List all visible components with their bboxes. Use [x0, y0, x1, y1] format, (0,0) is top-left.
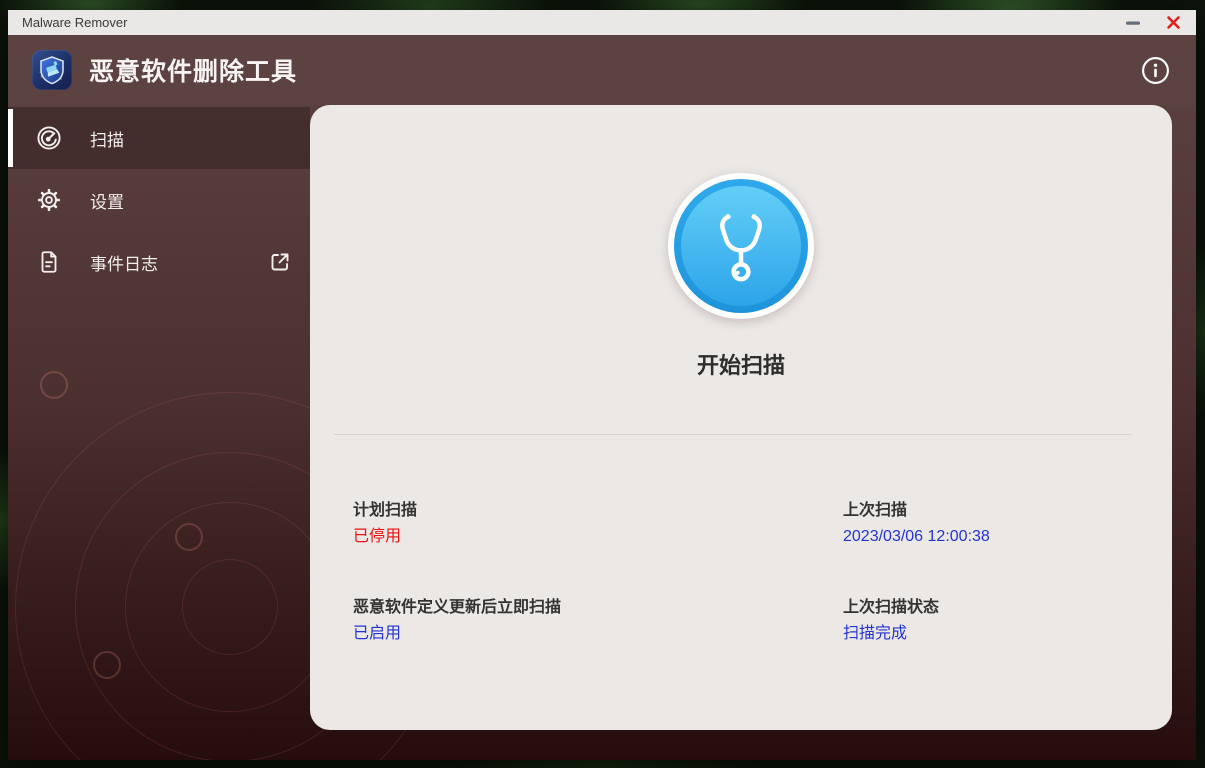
info-label: 计划扫描: [353, 502, 418, 519]
stethoscope-icon: [706, 208, 776, 284]
sidebar-item-event-log[interactable]: 事件日志: [8, 231, 310, 293]
window-body: 扫描 设置 事件日志 开始扫描 计划扫描 已停用 上次扫描 2023/03/06…: [8, 105, 1196, 760]
app-header: 恶意软件删除工具: [8, 35, 1196, 105]
active-indicator: [8, 109, 13, 167]
info-icon: [1141, 56, 1170, 85]
scan-info-grid: 计划扫描 已停用 上次扫描 2023/03/06 12:00:38 恶意软件定义…: [353, 501, 1132, 645]
window-title: Malware Remover: [22, 15, 128, 30]
malware-remover-window: Malware Remover 恶意软件删除工具 扫描 设置 事件日志 开始扫描…: [8, 10, 1196, 760]
status-value: 2023/03/06 12:00:38: [843, 528, 990, 545]
close-icon: [1166, 15, 1181, 30]
settings-gear-icon: [36, 187, 62, 213]
info-scheduled-scan: 计划扫描 已停用: [353, 501, 843, 548]
status-value: 扫描完成: [843, 625, 908, 642]
external-link-icon[interactable]: [268, 250, 292, 274]
malware-remover-app-icon: [32, 50, 72, 90]
sidebar-item-settings[interactable]: 设置: [8, 169, 310, 231]
event-log-icon: [36, 249, 62, 275]
sidebar-item-scan[interactable]: 扫描: [8, 107, 310, 169]
start-scan-button[interactable]: [668, 173, 814, 319]
scan-gauge-icon: [36, 125, 62, 151]
sidebar-item-label: 扫描: [90, 130, 124, 150]
info-last-scan-status: 上次扫描状态 扫描完成: [843, 598, 1132, 645]
scan-button-face: [681, 186, 801, 306]
divider: [334, 434, 1132, 435]
info-label: 上次扫描状态: [843, 599, 940, 616]
scan-button-ring: [674, 179, 808, 313]
app-title: 恶意软件删除工具: [89, 58, 298, 86]
info-label: 上次扫描: [843, 502, 908, 519]
minimize-icon: [1125, 20, 1141, 26]
info-button[interactable]: [1140, 55, 1170, 85]
titlebar: Malware Remover: [8, 10, 1196, 35]
info-label: 恶意软件定义更新后立即扫描: [353, 599, 562, 616]
scan-panel: 开始扫描 计划扫描 已停用 上次扫描 2023/03/06 12:00:38 恶…: [310, 105, 1172, 730]
sidebar-item-label: 设置: [90, 192, 124, 212]
sidebar: 扫描 设置 事件日志: [8, 105, 310, 760]
minimize-button[interactable]: [1120, 12, 1146, 33]
status-value: 已启用: [353, 625, 402, 642]
close-button[interactable]: [1160, 12, 1186, 33]
info-last-scan: 上次扫描 2023/03/06 12:00:38: [843, 501, 1132, 548]
info-scan-after-update: 恶意软件定义更新后立即扫描 已启用: [353, 598, 843, 645]
status-value: 已停用: [353, 528, 402, 545]
sidebar-item-label: 事件日志: [90, 254, 158, 274]
start-scan-label: 开始扫描: [696, 353, 785, 378]
